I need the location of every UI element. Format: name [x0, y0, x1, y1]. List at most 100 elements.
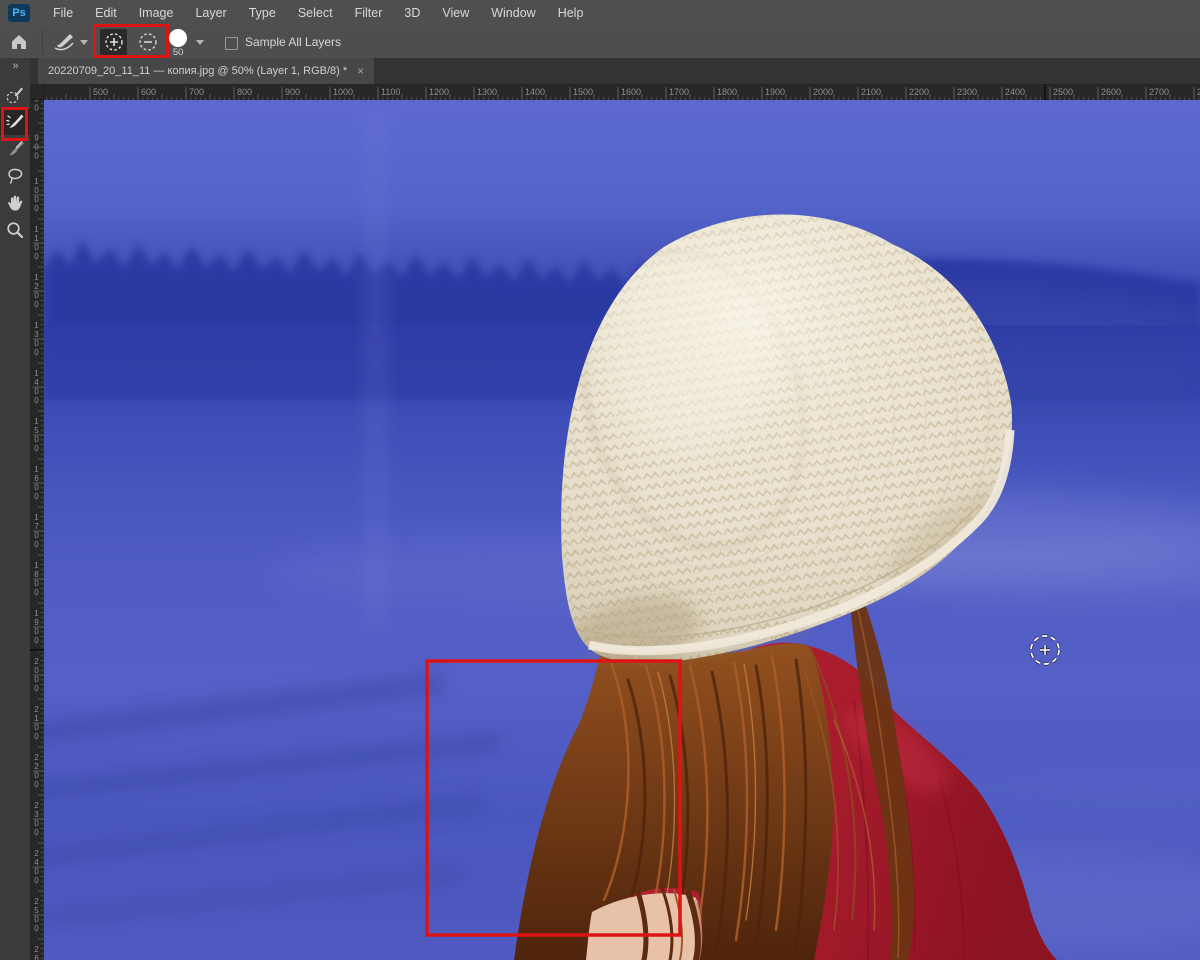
tab-bar: 20220709_20_11_11 — копия.jpg @ 50% (Lay… — [30, 58, 1200, 84]
svg-text:0: 0 — [34, 531, 39, 540]
svg-text:1: 1 — [34, 321, 39, 330]
ruler-corner[interactable] — [30, 84, 44, 100]
vertical-ruler[interactable]: 0090010001100120013001400150016001700180… — [30, 100, 44, 960]
svg-text:4: 4 — [34, 378, 39, 387]
sample-all-layers-label: Sample All Layers — [245, 35, 342, 49]
svg-text:5: 5 — [34, 426, 39, 435]
menu-item-image[interactable]: Image — [128, 0, 185, 26]
zoom-tool[interactable] — [0, 217, 30, 243]
svg-text:0: 0 — [34, 387, 39, 396]
svg-text:0: 0 — [34, 435, 39, 444]
svg-text:0: 0 — [34, 876, 39, 885]
quick-selection-tool[interactable] — [0, 82, 30, 108]
svg-text:1400: 1400 — [525, 87, 545, 97]
svg-text:1900: 1900 — [765, 87, 785, 97]
menu-item-file[interactable]: File — [42, 0, 84, 26]
toolbar-expand-icon[interactable]: » — [0, 58, 30, 76]
svg-text:2400: 2400 — [1005, 87, 1025, 97]
menu-items: File Edit Image Layer Type Select Filter 3D View… — [42, 0, 594, 26]
svg-text:2: 2 — [34, 762, 39, 771]
svg-text:2200: 2200 — [909, 87, 929, 97]
options-bar: 50 Sample All Layers — [0, 26, 1200, 59]
hand-tool[interactable] — [0, 190, 30, 216]
svg-text:2: 2 — [34, 282, 39, 291]
svg-text:8: 8 — [34, 570, 39, 579]
svg-text:2: 2 — [34, 705, 39, 714]
menu-item-view[interactable]: View — [431, 0, 480, 26]
tool-preset-chevron-icon[interactable] — [80, 40, 88, 45]
svg-text:1: 1 — [34, 714, 39, 723]
lasso-icon — [8, 168, 23, 185]
svg-text:0: 0 — [34, 339, 39, 348]
svg-text:0: 0 — [34, 444, 39, 453]
svg-text:1200: 1200 — [429, 87, 449, 97]
hand-icon — [8, 195, 23, 211]
horizontal-ruler[interactable]: 500 600 700 800 900 1000 1100 1200 1300 1400 1500 1… — [44, 84, 1200, 100]
svg-text:9: 9 — [34, 618, 39, 627]
photoshop-logo: Ps — [8, 4, 30, 22]
svg-text:1: 1 — [34, 234, 39, 243]
subtract-from-selection-button[interactable] — [134, 29, 161, 55]
svg-text:2000: 2000 — [813, 87, 833, 97]
svg-text:700: 700 — [189, 87, 204, 97]
options-separator — [42, 30, 43, 54]
svg-text:2: 2 — [34, 801, 39, 810]
svg-text:6: 6 — [34, 474, 39, 483]
sample-all-layers-checkbox[interactable] — [225, 37, 238, 50]
svg-text:4: 4 — [34, 858, 39, 867]
add-to-selection-icon — [104, 33, 123, 51]
zoom-icon — [7, 222, 24, 239]
menu-item-help[interactable]: Help — [547, 0, 595, 26]
quick-selection-icon — [6, 87, 23, 104]
svg-text:2600: 2600 — [1101, 87, 1121, 97]
menu-item-type[interactable]: Type — [238, 0, 287, 26]
brush-size-chevron-icon[interactable] — [196, 40, 204, 45]
svg-text:1000: 1000 — [333, 87, 353, 97]
svg-text:0: 0 — [34, 771, 39, 780]
brush-size-preview[interactable] — [169, 29, 187, 47]
menu-item-3d[interactable]: 3D — [393, 0, 431, 26]
svg-text:0: 0 — [34, 204, 39, 213]
svg-text:1: 1 — [34, 417, 39, 426]
svg-text:1: 1 — [34, 369, 39, 378]
svg-text:0: 0 — [34, 780, 39, 789]
menu-item-edit[interactable]: Edit — [84, 0, 128, 26]
active-tool-brush-icon[interactable] — [52, 32, 76, 52]
svg-text:2300: 2300 — [957, 87, 977, 97]
refine-edge-brush-tool[interactable] — [0, 109, 30, 135]
svg-text:500: 500 — [93, 87, 108, 97]
svg-text:2: 2 — [34, 657, 39, 666]
svg-text:0: 0 — [34, 186, 39, 195]
svg-text:0: 0 — [34, 828, 39, 837]
svg-text:0: 0 — [34, 300, 39, 309]
home-icon[interactable] — [9, 32, 29, 52]
svg-text:0: 0 — [34, 252, 39, 261]
svg-text:6: 6 — [34, 954, 39, 960]
svg-text:600: 600 — [141, 87, 156, 97]
svg-text:0: 0 — [34, 627, 39, 636]
add-to-selection-button[interactable] — [100, 29, 127, 55]
svg-text:7: 7 — [34, 522, 39, 531]
document-tab[interactable]: 20220709_20_11_11 — копия.jpg @ 50% (Lay… — [38, 58, 375, 84]
tool-bar: » — [0, 58, 30, 960]
svg-text:900: 900 — [285, 87, 300, 97]
svg-text:0: 0 — [34, 588, 39, 597]
svg-text:0: 0 — [34, 636, 39, 645]
svg-text:1: 1 — [34, 513, 39, 522]
svg-text:0: 0 — [34, 915, 39, 924]
menu-item-window[interactable]: Window — [480, 0, 546, 26]
svg-text:1600: 1600 — [621, 87, 641, 97]
svg-text:0: 0 — [34, 152, 39, 161]
svg-text:2: 2 — [34, 945, 39, 954]
svg-text:0: 0 — [34, 867, 39, 876]
menu-item-layer[interactable]: Layer — [184, 0, 237, 26]
menu-item-select[interactable]: Select — [287, 0, 344, 26]
svg-text:0: 0 — [34, 291, 39, 300]
brush-tool[interactable] — [0, 136, 30, 162]
menu-item-filter[interactable]: Filter — [344, 0, 394, 26]
svg-text:0: 0 — [34, 540, 39, 549]
tab-close-icon[interactable]: × — [357, 64, 364, 78]
svg-text:0: 0 — [34, 579, 39, 588]
lasso-tool[interactable] — [0, 163, 30, 189]
canvas-work-area[interactable] — [44, 100, 1200, 960]
